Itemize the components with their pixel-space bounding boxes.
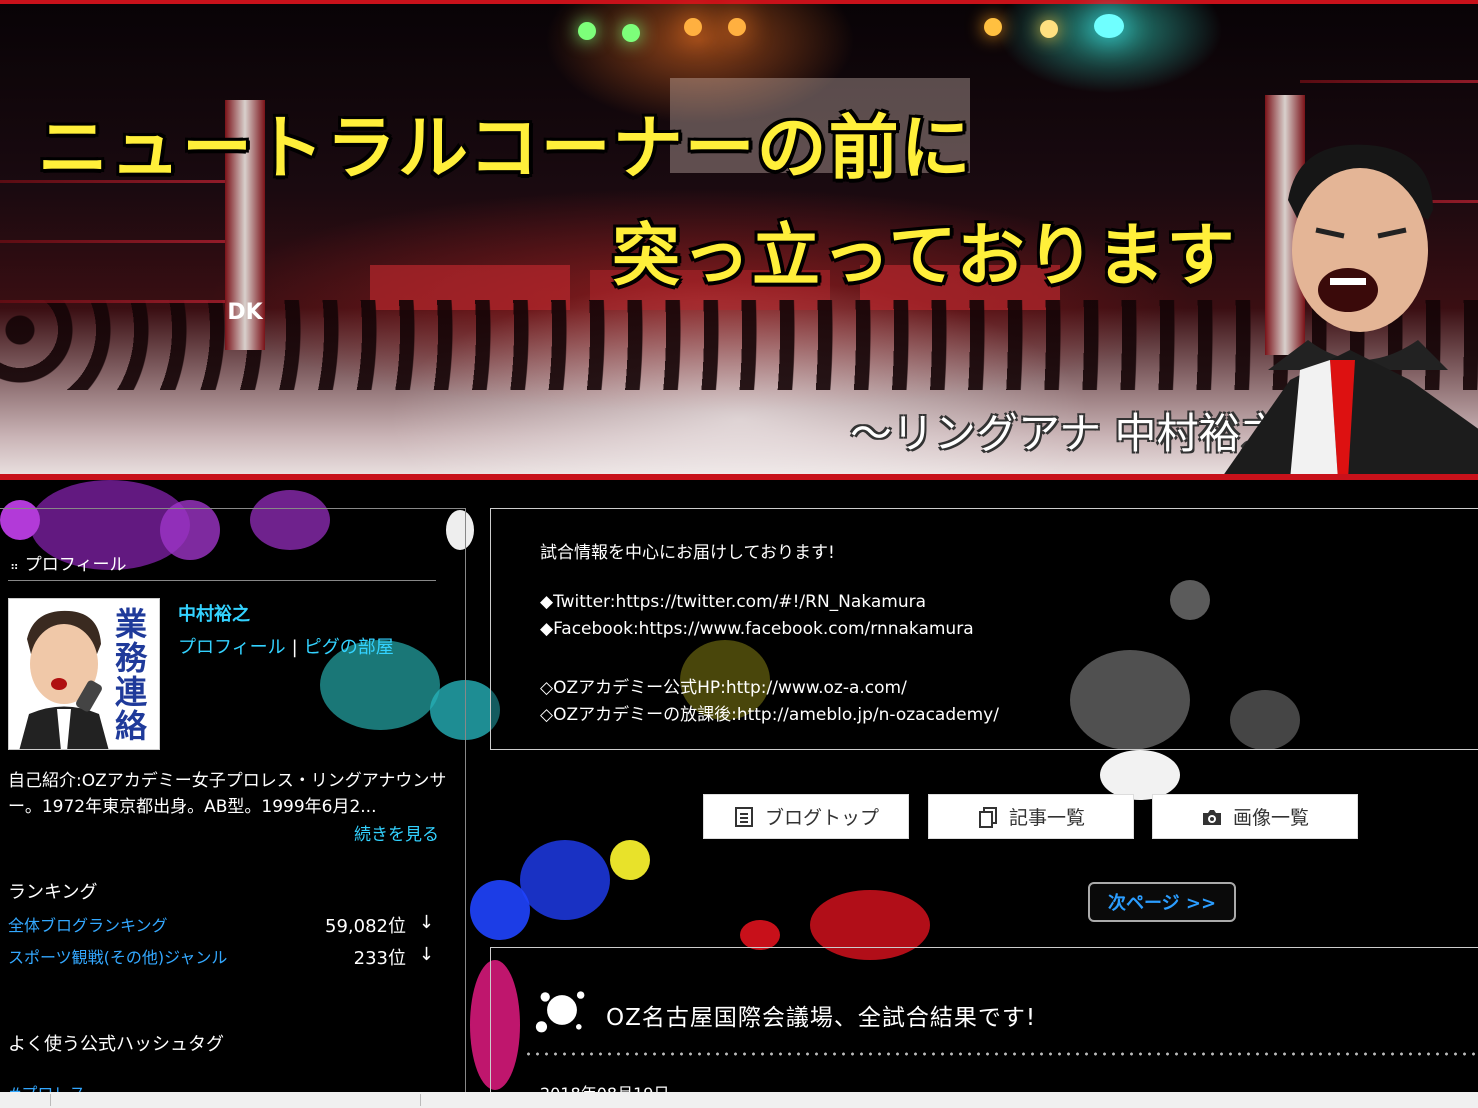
down-arrow-icon: ↓: [418, 944, 434, 965]
announcer-photo-icon: [1268, 144, 1448, 370]
ranking-row-genre[interactable]: スポーツ観戦(その他)ジャンル 233位 ↓: [8, 944, 436, 969]
camera-icon: [1201, 806, 1223, 828]
paint-splatter: [740, 920, 780, 950]
paint-splatter: [610, 840, 650, 880]
bar-divider: [420, 1094, 421, 1106]
ranking-value: 59,082位: [325, 916, 406, 937]
facebook-link[interactable]: ◆Facebook:https://www.facebook.com/rnnak…: [540, 619, 974, 639]
stage-light: [622, 24, 640, 42]
header-top-line: [0, 0, 1478, 4]
link-separator: |: [291, 637, 298, 658]
divider: [8, 580, 436, 581]
article-list-button[interactable]: 記事一覧: [928, 794, 1134, 839]
profile-links: プロフィール | ピグの部屋: [178, 633, 394, 659]
stage-light: [1094, 14, 1124, 38]
splat-bullet-icon: [535, 991, 585, 1033]
next-page-button[interactable]: 次ページ >>: [1088, 882, 1236, 922]
ring-rope: [0, 240, 230, 243]
article-list-label: 記事一覧: [1008, 807, 1085, 829]
hashtag-heading: よく使う公式ハッシュタグ: [8, 1034, 224, 1055]
blog-header-banner[interactable]: DK ニュートラルコーナーの前に 突っ立っております 〜リングアナ 中村裕之のb…: [0, 0, 1478, 480]
grip-icon: ⠶: [10, 559, 19, 573]
twitter-link[interactable]: ◆Twitter:https://twitter.com/#!/RN_Nakam…: [540, 592, 926, 612]
announcer-suit-icon: [1224, 350, 1478, 474]
browser-bottom-bar: [0, 1092, 1478, 1108]
ranking-label[interactable]: スポーツ観戦(その他)ジャンル: [8, 948, 227, 967]
profile-name[interactable]: 中村裕之: [178, 600, 250, 626]
profile-heading-label: プロフィール: [24, 555, 127, 575]
intro-line: ー。1972年東京都出身。AB型。1999年6月2...: [8, 797, 377, 817]
stage-light: [684, 18, 702, 36]
corner-post-label: DK: [227, 300, 263, 325]
down-arrow-icon: ↓: [418, 912, 434, 933]
document-icon: [733, 806, 755, 828]
blog-top-label: ブログトップ: [764, 807, 879, 829]
oz-afterschool-link[interactable]: ◇OZアカデミーの放課後:http://ameblo.jp/n-ozacadem…: [540, 700, 999, 725]
ranking-value: 233位: [353, 948, 406, 969]
blog-title-line1: ニュートラルコーナーの前に: [38, 107, 973, 189]
stage-light: [1040, 20, 1058, 38]
self-introduction: 自己紹介:OZアカデミー女子プロレス・リングアナウンサ ー。1972年東京都出身…: [8, 768, 448, 820]
dotted-divider: [524, 1050, 1478, 1058]
paint-splatter: [470, 880, 530, 940]
avatar[interactable]: 業務連絡: [8, 598, 160, 750]
stage-light: [728, 18, 746, 36]
profile-heading: ⠶ プロフィール: [10, 550, 126, 575]
image-list-button[interactable]: 画像一覧: [1152, 794, 1358, 839]
image-list-label: 画像一覧: [1232, 807, 1309, 829]
paint-splatter: [1100, 750, 1180, 800]
paint-splatter: [520, 840, 610, 920]
bar-divider: [50, 1094, 51, 1106]
ring-rope: [1300, 80, 1478, 83]
blog-top-button[interactable]: ブログトップ: [703, 794, 909, 839]
ranking-row-overall[interactable]: 全体ブログランキング 59,082位 ↓: [8, 912, 436, 937]
oz-official-link[interactable]: ◇OZアカデミー公式HP:http://www.oz-a.com/: [540, 673, 907, 698]
stage-light: [578, 22, 596, 40]
ranking-heading: ランキング: [8, 882, 98, 903]
ring-rope: [0, 300, 230, 303]
entry-title-link[interactable]: OZ名古屋国際会議場、全試合結果です!: [606, 998, 1036, 1032]
ranking-label[interactable]: 全体ブログランキング: [8, 916, 168, 935]
profile-link[interactable]: プロフィール: [178, 637, 286, 658]
blog-title-line2: 突っ立っております: [612, 217, 1237, 296]
stage-light: [984, 18, 1002, 36]
description-line: 試合情報を中心にお届けしております!: [540, 543, 835, 563]
pigg-room-link[interactable]: ピグの部屋: [304, 637, 394, 658]
intro-line: 自己紹介:OZアカデミー女子プロレス・リングアナウンサ: [8, 771, 447, 791]
avatar-kanji: 業務連絡: [114, 605, 147, 745]
read-more-link[interactable]: 続きを見る: [354, 820, 439, 845]
copy-pages-icon: [977, 806, 999, 828]
